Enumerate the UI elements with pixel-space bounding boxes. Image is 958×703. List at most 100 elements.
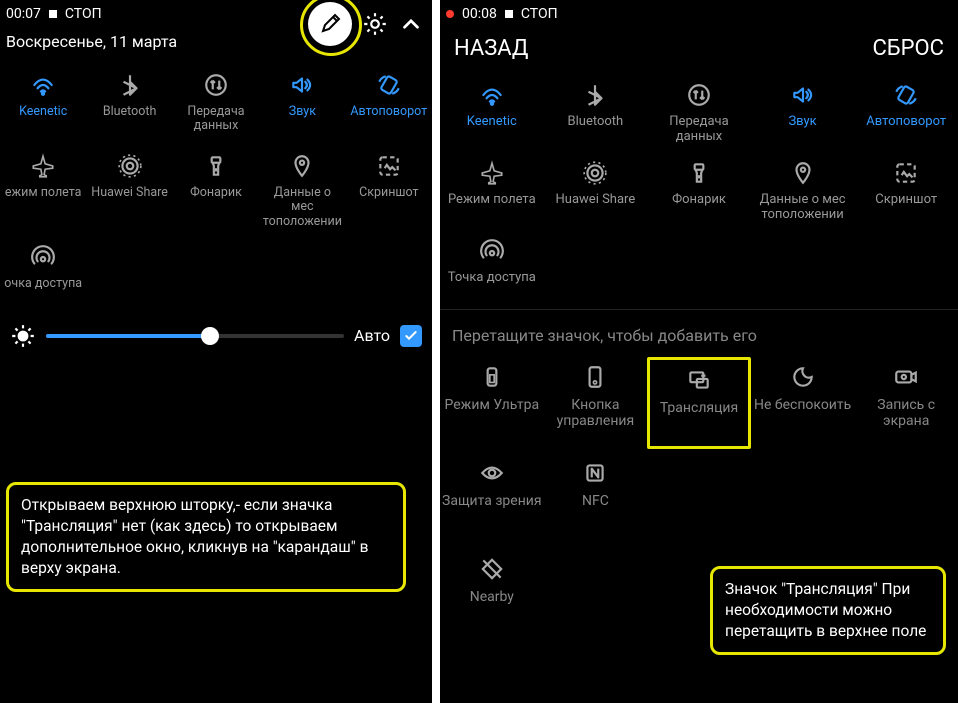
tile-label: Автоповорот bbox=[866, 115, 946, 130]
tile-record[interactable]: Запись с экрана bbox=[854, 357, 958, 449]
tile-label: Фонарик bbox=[190, 186, 242, 200]
tile-dnd[interactable]: Не беспокоить bbox=[751, 357, 855, 449]
tile-location[interactable]: Данные о мес тоположении bbox=[751, 153, 855, 231]
torch-icon bbox=[200, 152, 232, 180]
status-stop-label: СТОП bbox=[521, 6, 558, 22]
gear-icon[interactable] bbox=[362, 11, 388, 37]
tile-label: Скриншот bbox=[875, 193, 937, 208]
tile-hotspot[interactable]: очка доступа bbox=[0, 237, 86, 309]
available-tiles-row-1: Режим Ультра Кнопка управленияТрансляцияН… bbox=[440, 353, 958, 449]
status-bar: 00:08 СТОП bbox=[440, 0, 958, 28]
tile-eye[interactable]: Защита зрения bbox=[440, 453, 544, 545]
ultra-icon bbox=[476, 363, 508, 391]
tile-share[interactable]: Huawei Share bbox=[544, 153, 648, 231]
tile-bluetooth[interactable]: Bluetooth bbox=[86, 65, 172, 138]
annotation-callout-left: Открываем верхнюю шторку,- если значка "… bbox=[6, 482, 406, 592]
airplane-icon bbox=[476, 159, 508, 187]
tile-airplane[interactable]: ежим полета bbox=[0, 146, 86, 233]
auto-brightness-checkbox[interactable] bbox=[400, 325, 422, 347]
check-icon bbox=[403, 328, 419, 344]
sound-icon bbox=[286, 71, 318, 99]
tile-nfc[interactable]: NFC bbox=[544, 453, 648, 545]
sound-icon bbox=[787, 81, 819, 109]
tile-data[interactable]: Передача данных bbox=[647, 75, 751, 153]
tile-label: Кнопка управления bbox=[546, 397, 646, 429]
tile-sound[interactable]: Звук bbox=[259, 65, 345, 138]
nearby-icon bbox=[476, 555, 508, 583]
eye-icon bbox=[476, 459, 508, 487]
hotspot-icon bbox=[27, 243, 59, 271]
tile-label: Keenetic bbox=[467, 115, 517, 130]
record-icon bbox=[890, 363, 922, 391]
tile-airplane[interactable]: Режим полета bbox=[440, 153, 544, 231]
tile-cast[interactable]: Трансляция bbox=[647, 357, 751, 449]
tile-label: NFC bbox=[582, 493, 609, 509]
stop-icon bbox=[505, 10, 513, 18]
tile-screenshot[interactable]: Скриншот bbox=[346, 146, 432, 233]
available-tiles-row-2: Защита зрения NFC bbox=[440, 449, 958, 545]
location-icon bbox=[286, 152, 318, 180]
tile-bluetooth[interactable]: Bluetooth bbox=[544, 75, 648, 153]
airplane-icon bbox=[27, 152, 59, 180]
tile-label: Nearby bbox=[470, 589, 514, 605]
torch-icon bbox=[683, 159, 715, 187]
brightness-row: Авто bbox=[0, 309, 432, 363]
status-stop-label: СТОП bbox=[65, 6, 102, 22]
active-tiles-row-1: Keenetic BluetoothПередача данных Звук Авто… bbox=[440, 75, 958, 153]
slider-thumb[interactable] bbox=[201, 327, 219, 345]
tile-ultra[interactable]: Режим Ультра bbox=[440, 357, 544, 449]
quick-tiles-row-1: Keenetic Bluetooth Передача данных Звук Авто… bbox=[0, 61, 432, 142]
tile-navbtn[interactable]: Кнопка управления bbox=[544, 357, 648, 449]
tile-label: Звук bbox=[788, 115, 816, 130]
tile-location[interactable]: Данные о мес тоположении bbox=[259, 146, 345, 233]
tile-label: Передача данных bbox=[175, 105, 257, 134]
tile-label: Запись с экрана bbox=[856, 397, 956, 429]
tile-label: Передача данных bbox=[649, 115, 749, 145]
chevron-up-icon[interactable] bbox=[398, 11, 424, 37]
pencil-icon bbox=[318, 12, 342, 36]
tile-label: Bluetooth bbox=[103, 105, 157, 119]
editor-nav: НАЗАД СБРОС bbox=[440, 28, 958, 75]
stop-icon bbox=[49, 10, 57, 18]
tile-sound[interactable]: Звук bbox=[751, 75, 855, 153]
tile-label: Keenetic bbox=[19, 105, 67, 119]
tile-label: Звук bbox=[289, 105, 316, 119]
tile-label: Данные о мес тоположении bbox=[753, 193, 853, 223]
tile-torch[interactable]: Фонарик bbox=[647, 153, 751, 231]
brightness-icon bbox=[10, 323, 36, 349]
tile-label: очка доступа bbox=[4, 277, 82, 291]
tile-wifi[interactable]: Keenetic bbox=[0, 65, 86, 138]
active-tiles-row-3: Точка доступа bbox=[440, 231, 958, 309]
share-icon bbox=[579, 159, 611, 187]
reset-button[interactable]: СБРОС bbox=[872, 36, 944, 61]
nfc-icon bbox=[579, 459, 611, 487]
back-button[interactable]: НАЗАД bbox=[454, 36, 528, 61]
tile-label: Автоповорот bbox=[350, 105, 427, 119]
tile-label: Фонарик bbox=[672, 193, 726, 208]
active-tiles-row-2: Режим полетаHuawei Share Фонарик Данные о … bbox=[440, 153, 958, 231]
location-icon bbox=[787, 159, 819, 187]
tile-data[interactable]: Передача данных bbox=[173, 65, 259, 138]
tile-screenshot[interactable]: Скриншот bbox=[854, 153, 958, 231]
tile-hotspot[interactable]: Точка доступа bbox=[440, 231, 544, 309]
tile-torch[interactable]: Фонарик bbox=[173, 146, 259, 233]
tile-wifi[interactable]: Keenetic bbox=[440, 75, 544, 153]
edit-tiles-button[interactable] bbox=[308, 2, 352, 46]
rotate-icon bbox=[373, 71, 405, 99]
brightness-slider[interactable] bbox=[46, 334, 344, 338]
recording-icon bbox=[446, 10, 454, 18]
wifi-icon bbox=[27, 71, 59, 99]
tile-nearby[interactable]: Nearby bbox=[440, 549, 544, 641]
auto-brightness-label: Авто bbox=[354, 326, 390, 345]
hotspot-icon bbox=[476, 237, 508, 265]
screenshot-icon bbox=[373, 152, 405, 180]
drag-instruction: Перетащите значок, чтобы добавить его bbox=[440, 309, 958, 353]
tile-label: ежим полета bbox=[5, 186, 82, 200]
tile-rotate[interactable]: Автоповорот bbox=[854, 75, 958, 153]
dnd-icon bbox=[787, 363, 819, 391]
tile-label: Режим Ультра bbox=[445, 397, 540, 413]
tile-share[interactable]: Huawei Share bbox=[86, 146, 172, 233]
tile-label: Точка доступа bbox=[448, 271, 536, 286]
tile-label: Скриншот bbox=[359, 186, 418, 200]
tile-rotate[interactable]: Автоповорот bbox=[346, 65, 432, 138]
